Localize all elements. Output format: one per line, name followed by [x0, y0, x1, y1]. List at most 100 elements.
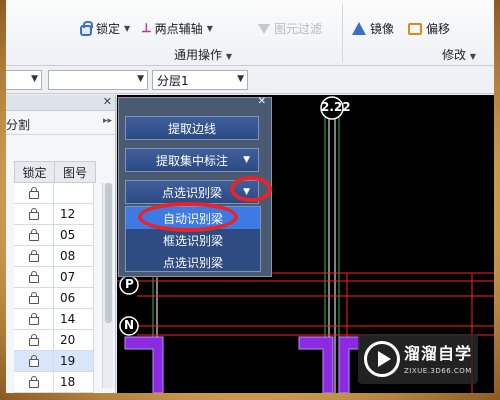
grid-rows: 12 05 08 07 06 14 20 19 18: [14, 183, 94, 393]
two-point-axis-icon: ⟂: [142, 21, 151, 36]
lock-cell[interactable]: [14, 288, 54, 308]
drawing-number-cell: 05: [54, 225, 94, 245]
lock-cell[interactable]: [14, 246, 54, 266]
extract-annotation-button[interactable]: 提取集中标注 ▼: [125, 148, 259, 172]
offset-icon: [408, 22, 422, 35]
chevron-down-icon: ▼: [124, 24, 131, 33]
table-row[interactable]: 19: [14, 351, 94, 372]
lock-cell[interactable]: [14, 183, 54, 203]
drawing-number-cell: 20: [54, 330, 94, 350]
table-row[interactable]: 08: [14, 246, 94, 267]
logo-url: ZIXUE.3D66.COM: [404, 367, 472, 375]
drawing-number-cell: 08: [54, 246, 94, 266]
drawing-number-cell: 06: [54, 288, 94, 308]
ribbon-separator: [342, 4, 343, 62]
column-shape: [124, 336, 164, 393]
lock-icon: [28, 292, 39, 304]
column-shape: [298, 336, 334, 393]
lock-icon: [28, 187, 39, 199]
app-window: 锁定 ▼ ⟂ 两点辅轴 ▼ 图元过滤 通用操作 ▼ 镜像 偏移 修改 ▼ ▼ ▼…: [6, 0, 494, 393]
highlight-circle-dropdown-arrow: [230, 176, 272, 202]
filter-label: 图元过滤: [274, 22, 323, 36]
drawing-number-cell: 12: [54, 204, 94, 224]
drawing-number-cell: 19: [54, 351, 94, 371]
lock-cell[interactable]: [14, 330, 54, 350]
lock-label: 锁定: [96, 22, 121, 36]
offset-label: 偏移: [426, 22, 451, 36]
scrollbar[interactable]: [102, 183, 113, 388]
two-point-axis-label: 两点辅轴: [154, 22, 203, 36]
table-row[interactable]: 06: [14, 288, 94, 309]
drawing-number-cell: 07: [54, 267, 94, 287]
drawing-number-cell: 18: [54, 372, 94, 392]
group-label-general: 通用操作 ▼: [174, 48, 232, 62]
two-point-axis-button[interactable]: ⟂ 两点辅轴 ▼: [142, 20, 213, 37]
lock-icon: [28, 271, 39, 283]
close-icon[interactable]: ✕: [258, 96, 266, 107]
logo-name: 溜溜自学: [404, 344, 473, 363]
play-icon: [364, 341, 400, 377]
menu-item-point-identify-beam[interactable]: 点选识别梁: [126, 251, 260, 273]
panel-title-bar: ✕: [6, 95, 115, 111]
lock-cell[interactable]: [14, 351, 54, 371]
chevron-down-icon: ▼: [206, 24, 213, 33]
lock-icon: [28, 376, 39, 388]
chevron-down-icon[interactable]: ▼: [243, 155, 250, 165]
panel-title-bar: ✕: [119, 96, 271, 110]
table-row[interactable]: 20: [14, 330, 94, 351]
drawing-number-cell: 14: [54, 309, 94, 329]
axis-label-p: P: [125, 277, 134, 291]
grid-header: 锁定 图号: [14, 161, 96, 183]
expand-arrows-icon[interactable]: ▸▸: [103, 116, 112, 126]
lock-cell[interactable]: [14, 225, 54, 245]
mirror-label: 镜像: [370, 22, 395, 36]
lock-icon: [80, 20, 93, 36]
menu-item-box-identify-beam[interactable]: 框选识别梁: [126, 229, 260, 251]
lock-icon: [28, 208, 39, 220]
group-label-modify: 修改 ▼: [442, 48, 476, 62]
table-row[interactable]: 14: [14, 309, 94, 330]
panel-subheader: 分割 ▸▸: [6, 111, 115, 135]
close-icon[interactable]: ✕: [103, 95, 112, 108]
column-header-lock[interactable]: 锁定: [15, 162, 55, 182]
lock-button[interactable]: 锁定 ▼: [80, 20, 130, 37]
chevron-down-icon: ▼: [137, 74, 144, 84]
drawing-number-cell: [54, 183, 94, 203]
table-row[interactable]: 12: [14, 204, 94, 225]
mirror-button[interactable]: 镜像: [352, 20, 394, 37]
scrollbar-thumb[interactable]: [105, 183, 112, 323]
lock-cell[interactable]: [14, 309, 54, 329]
table-row[interactable]: 18: [14, 372, 94, 393]
column-shape: [338, 336, 360, 393]
lock-cell[interactable]: [14, 204, 54, 224]
lock-cell[interactable]: [14, 267, 54, 287]
mirror-icon: [352, 22, 366, 35]
table-row[interactable]: 05: [14, 225, 94, 246]
lock-icon: [28, 313, 39, 325]
split-label[interactable]: 分割: [6, 116, 30, 133]
chevron-down-icon: ▼: [31, 74, 38, 84]
combo-type[interactable]: ▼: [6, 70, 42, 90]
highlight-circle-auto-identify: [138, 202, 238, 232]
axis-label-top: 2.22: [321, 100, 351, 114]
combo-name[interactable]: ▼: [48, 70, 148, 90]
layer-select[interactable]: 分层1 ▼: [152, 70, 248, 90]
column-header-number[interactable]: 图号: [55, 162, 95, 182]
offset-button[interactable]: 偏移: [408, 20, 450, 37]
lock-icon: [28, 250, 39, 262]
filter-button[interactable]: 图元过滤: [258, 20, 322, 37]
ribbon: 锁定 ▼ ⟂ 两点辅轴 ▼ 图元过滤 通用操作 ▼ 镜像 偏移 修改 ▼: [6, 0, 494, 66]
lock-cell[interactable]: [14, 372, 54, 392]
axis-label-n: N: [124, 318, 135, 332]
table-row[interactable]: 07: [14, 267, 94, 288]
lock-icon: [28, 334, 39, 346]
lock-icon: [28, 229, 39, 241]
watermark-logo: 溜溜自学 ZIXUE.3D66.COM: [358, 334, 478, 384]
property-toolbar: ▼ ▼ 分层1 ▼: [6, 66, 494, 94]
filter-icon: [258, 23, 270, 34]
drawing-list-panel: ✕ 分割 ▸▸ 锁定 图号 12 05 08 07 06 14 20 19 18: [6, 95, 116, 393]
chevron-down-icon: ▼: [237, 74, 244, 84]
lock-icon: [28, 355, 39, 367]
extract-edge-button[interactable]: 提取边线: [125, 116, 259, 140]
table-row[interactable]: [14, 183, 94, 204]
